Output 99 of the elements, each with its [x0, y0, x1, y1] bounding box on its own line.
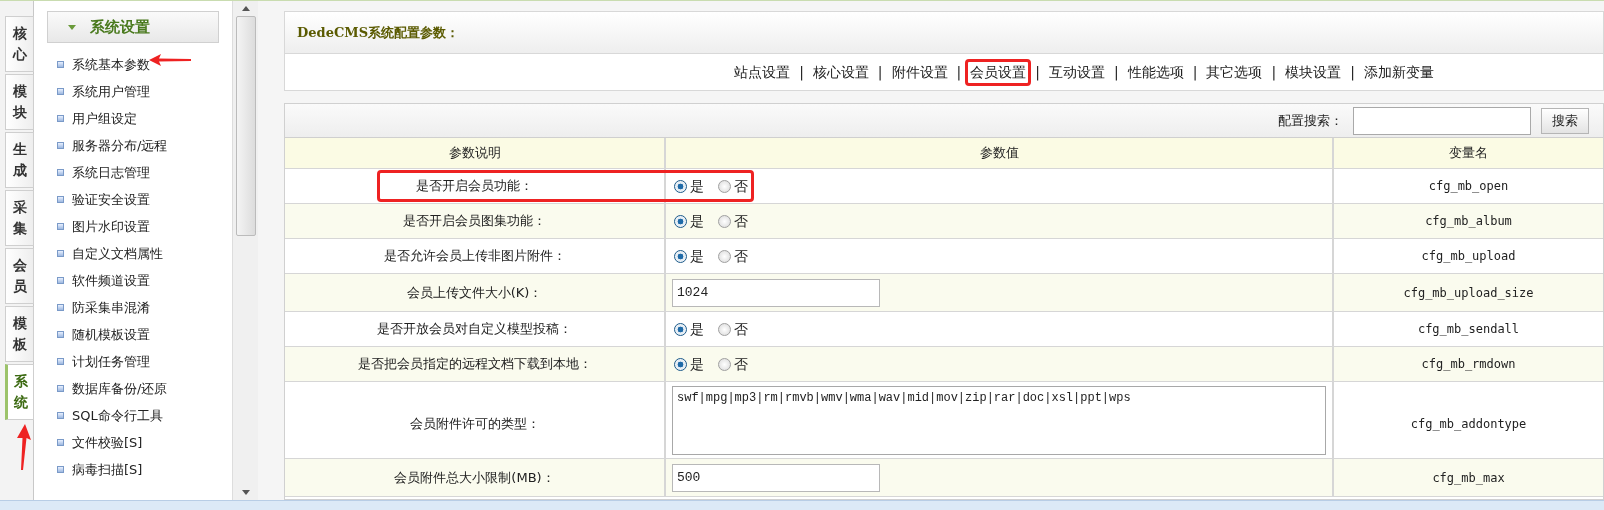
bullet-icon: [57, 196, 64, 203]
bullet-icon: [57, 250, 64, 257]
menu-title: 系统设置: [90, 16, 150, 38]
nav-link[interactable]: 添加新变量: [1358, 58, 1439, 86]
radio-label: 是: [690, 354, 704, 374]
search-field[interactable]: [1353, 106, 1531, 135]
menu-link[interactable]: 防采集串混淆: [72, 297, 150, 318]
nav-link[interactable]: 性能选项: [1122, 58, 1189, 86]
bullet-icon: [57, 439, 64, 446]
nav-link[interactable]: 互动设置: [1044, 58, 1110, 86]
nav-link[interactable]: 核心设置: [807, 58, 874, 86]
nav-separator: |: [876, 62, 884, 83]
bullet-icon: [57, 466, 64, 473]
text-area[interactable]: swf|mpg|mp3|rm|rmvb|wmv|wma|wav|mid|mov|zip|rar|doc|xsl|ppt|wps: [672, 386, 1326, 455]
menu-link[interactable]: 病毒扫描[S]: [72, 459, 143, 480]
menu-link[interactable]: 计划任务管理: [72, 351, 150, 372]
radio-label: 是: [690, 176, 704, 196]
bullet-icon: [57, 88, 64, 95]
side-tab[interactable]: 生成: [5, 132, 34, 188]
menu-header[interactable]: 系统设置: [47, 11, 219, 43]
radio-button[interactable]: [718, 214, 731, 228]
table-cell-text: 会员附件许可的类型：: [408, 415, 541, 434]
bullet-icon: [57, 358, 64, 365]
radio-label: 否: [734, 211, 748, 231]
menu-link[interactable]: 文件校验[S]: [72, 432, 143, 453]
search-button[interactable]: 搜索: [1541, 107, 1589, 134]
caret-icon: [68, 24, 76, 30]
nav-separator: |: [955, 62, 963, 83]
menu-link[interactable]: 用户组设定: [72, 108, 137, 129]
table-cell-text: 是否开启会员图集功能：: [402, 212, 547, 231]
menu-link[interactable]: 服务器分布/远程: [72, 135, 168, 156]
menu-link[interactable]: 软件频道设置: [72, 270, 150, 291]
radio-button[interactable]: [718, 249, 731, 263]
input-field[interactable]: 500: [672, 463, 880, 492]
bullet-icon: [57, 277, 64, 284]
radio-button[interactable]: [674, 249, 687, 263]
menu-link[interactable]: 数据库备份/还原: [72, 378, 168, 399]
radio-label: 否: [734, 354, 748, 374]
table-cell-text: 是否把会员指定的远程文档下载到本地：: [356, 355, 593, 374]
nav-link[interactable]: 会员设置: [965, 58, 1032, 86]
table-cell-text: 是否开启会员功能：: [415, 177, 534, 196]
menu-link[interactable]: 系统基本参数: [72, 54, 150, 75]
bullet-icon: [57, 385, 64, 392]
radio-button[interactable]: [718, 322, 731, 336]
panel-title: DedeCMS系统配置参数：: [297, 23, 460, 42]
bullet-icon: [57, 115, 64, 122]
menu-link[interactable]: SQL命令行工具: [72, 405, 163, 426]
radio-label: 是: [690, 246, 704, 266]
menu-link[interactable]: 随机模板设置: [72, 324, 150, 345]
radio-button[interactable]: [674, 322, 687, 336]
menu-link[interactable]: 图片水印设置: [72, 216, 150, 237]
nav-link[interactable]: 站点设置: [729, 58, 796, 86]
side-tab[interactable]: 核心: [5, 16, 34, 72]
nav-link[interactable]: 附件设置: [886, 58, 953, 86]
side-tab[interactable]: 模块: [5, 74, 34, 130]
radio-label: 否: [734, 319, 748, 339]
input-field[interactable]: 1024: [672, 278, 880, 307]
menu-link[interactable]: 验证安全设置: [72, 189, 150, 210]
radio-label: 是: [690, 319, 704, 339]
bullet-icon: [57, 304, 64, 311]
nav-separator: |: [798, 62, 805, 83]
radio-label: 否: [734, 246, 748, 266]
side-tab[interactable]: 会员: [5, 248, 34, 304]
radio-button[interactable]: [674, 214, 687, 228]
scroll-down-icon[interactable]: [241, 490, 250, 495]
radio-button[interactable]: [718, 357, 731, 371]
nav-link[interactable]: 模块设置: [1280, 58, 1347, 86]
nav-link[interactable]: 其它选项: [1201, 58, 1268, 86]
bullet-icon: [57, 412, 64, 419]
menu-link[interactable]: 系统日志管理: [72, 162, 150, 183]
table-cell-text: 是否允许会员上传非图片附件：: [382, 247, 567, 266]
bullet-icon: [57, 61, 64, 68]
table-cell: cfg_mb_max: [1332, 459, 1603, 496]
bullet-icon: [57, 169, 64, 176]
nav-separator: |: [1349, 62, 1356, 83]
radio-button[interactable]: [674, 357, 687, 371]
search-label: 配置搜索：: [1278, 111, 1343, 130]
nav-separator: |: [1034, 62, 1041, 83]
table-cell-text: 会员上传文件大小(K)：: [405, 283, 544, 302]
nav-separator: |: [1191, 62, 1199, 83]
bullet-icon: [57, 331, 64, 338]
column-header: 参数说明: [447, 144, 502, 163]
side-tab[interactable]: 采集: [5, 190, 34, 246]
nav-separator: |: [1270, 62, 1278, 83]
table-cell-text: 是否开放会员对自定义模型投稿：: [376, 320, 573, 339]
bullet-icon: [57, 223, 64, 230]
side-tab[interactable]: 系统: [5, 364, 34, 420]
side-tab[interactable]: 模板: [5, 306, 34, 362]
nav-separator: |: [1113, 62, 1120, 83]
scrollbar[interactable]: [232, 1, 258, 500]
table-cell-text: 会员附件总大小限制(MB)：: [393, 468, 556, 487]
menu-link[interactable]: 系统用户管理: [72, 81, 150, 102]
scroll-up-icon[interactable]: [241, 6, 250, 11]
menu-link[interactable]: 自定义文档属性: [72, 243, 163, 264]
bullet-icon: [57, 142, 64, 149]
radio-button[interactable]: [718, 179, 731, 193]
radio-label: 是: [690, 211, 704, 231]
radio-button[interactable]: [674, 179, 687, 193]
radio-label: 否: [734, 176, 748, 196]
